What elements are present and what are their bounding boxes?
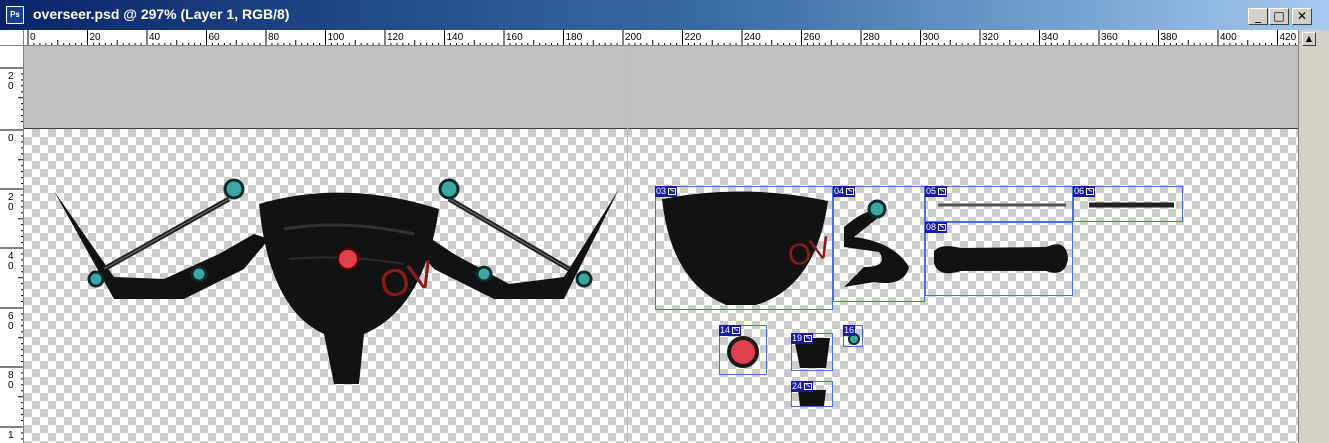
slice-08[interactable]: 08 [925, 222, 1073, 296]
ruler-label: 0 [8, 321, 14, 332]
slice-badge: 08 [925, 222, 948, 233]
slice-05-art [938, 203, 1066, 207]
vertical-ruler[interactable]: 200204060801 [0, 46, 24, 443]
vertical-scrollbar[interactable] [1298, 30, 1329, 443]
slice-badge: 03 [655, 186, 678, 197]
ruler-label: 0 [8, 81, 14, 92]
document-canvas[interactable]: OV OV 03 04 05 06 08 14 19 16 24 [24, 128, 1298, 443]
slice-badge: 19 [791, 333, 814, 344]
slice-number: 24 [792, 381, 803, 391]
slice-16[interactable]: 16 [843, 325, 863, 347]
slice-badge: 14 [719, 325, 742, 336]
horizontal-ruler[interactable]: 0 20 40 60 80 100 120 140 160 180 200 220 240 260 280 3… [24, 30, 1298, 46]
slice-08-art [934, 244, 1068, 274]
scroll-up-icon[interactable]: ▲ [1302, 32, 1316, 46]
ruler-label: 360 [1101, 32, 1118, 43]
slice-04-art [844, 199, 909, 287]
slice-badge: 06 [1073, 186, 1096, 197]
slice-number: 03 [656, 186, 667, 196]
slice-badge: 04 [833, 186, 856, 197]
minimize-button[interactable]: _ [1248, 8, 1268, 25]
slice-03-art: OV [662, 191, 832, 305]
ruler-label: 300 [923, 32, 940, 43]
ruler-label: 0 [8, 202, 14, 213]
ruler-label: 340 [1042, 32, 1059, 43]
slice-06[interactable]: 06 [1073, 186, 1183, 222]
slice-number: 06 [1074, 186, 1085, 196]
slice-image-icon [846, 188, 855, 195]
slice-number: 19 [792, 333, 803, 343]
ruler-label: 420 [1280, 32, 1297, 43]
slice-image-icon [938, 224, 947, 231]
ruler-label: 0 [30, 32, 36, 43]
window-title: overseer.psd @ 297% (Layer 1, RGB/8) [33, 6, 290, 22]
slice-number: 05 [926, 186, 937, 196]
ruler-label: 1 [8, 430, 14, 441]
ruler-label: 120 [387, 32, 404, 43]
slice-badge: 05 [925, 186, 948, 197]
photoshop-document-icon[interactable]: Ps [6, 6, 24, 24]
ruler-label: 40 [149, 32, 161, 43]
vertical-guide[interactable] [627, 46, 628, 443]
slice-badge: 24 [791, 381, 814, 392]
ruler-origin[interactable] [0, 30, 24, 46]
ruler-label: 220 [685, 32, 702, 43]
close-button[interactable]: ✕ [1292, 8, 1312, 25]
slice-19[interactable]: 19 [791, 333, 833, 371]
slice-image-icon [804, 335, 813, 342]
vertical-ruler-ticks: 200204060801 [0, 67, 23, 441]
slice-number: 08 [926, 222, 937, 232]
restore-button[interactable]: □ [1269, 8, 1289, 25]
canvas-area[interactable]: OV OV 03 04 05 06 08 14 19 16 24 [24, 46, 1298, 443]
ruler-label: 0 [8, 133, 14, 144]
slice-24[interactable]: 24 [791, 381, 833, 407]
horizontal-ruler-ticks: 0 20 40 60 80 100 120 140 160 180 200 220 240 260 280 3… [27, 30, 1297, 45]
slice-number: 14 [720, 325, 731, 335]
slice-05[interactable]: 05 [925, 186, 1073, 222]
ruler-label: 320 [982, 32, 999, 43]
slice-image-icon [668, 188, 677, 195]
slice-image-icon [804, 383, 813, 390]
ruler-label: 0 [8, 380, 14, 391]
ruler-label: 280 [863, 32, 880, 43]
ruler-label: 400 [1220, 32, 1237, 43]
ruler-label: 200 [625, 32, 642, 43]
window-title-bar[interactable]: Ps overseer.psd @ 297% (Layer 1, RGB/8) … [0, 0, 1329, 30]
ruler-label: 20 [90, 32, 102, 43]
slice-badge: 16 [843, 325, 856, 336]
ruler-label: 80 [268, 32, 280, 43]
ruler-label: 60 [209, 32, 221, 43]
ruler-label: 140 [447, 32, 464, 43]
slice-03[interactable]: OV 03 [655, 186, 833, 310]
slice-04[interactable]: 04 [833, 186, 925, 302]
slice-image-icon [1086, 188, 1095, 195]
slice-number: 16 [844, 325, 855, 335]
drone-sprite: OV [54, 178, 619, 384]
ruler-label: 100 [328, 32, 345, 43]
pasteboard [24, 46, 1298, 128]
ruler-label: 380 [1161, 32, 1178, 43]
ruler-label: 240 [744, 32, 761, 43]
slice-image-icon [938, 188, 947, 195]
slice-image-icon [732, 327, 741, 334]
ruler-label: 160 [506, 32, 523, 43]
slice-number: 04 [834, 186, 845, 196]
app-icon-label: Ps [10, 10, 20, 19]
ruler-label: 180 [566, 32, 583, 43]
slice-14[interactable]: 14 [719, 325, 767, 375]
ruler-label: 260 [804, 32, 821, 43]
ruler-label: 0 [8, 261, 14, 272]
